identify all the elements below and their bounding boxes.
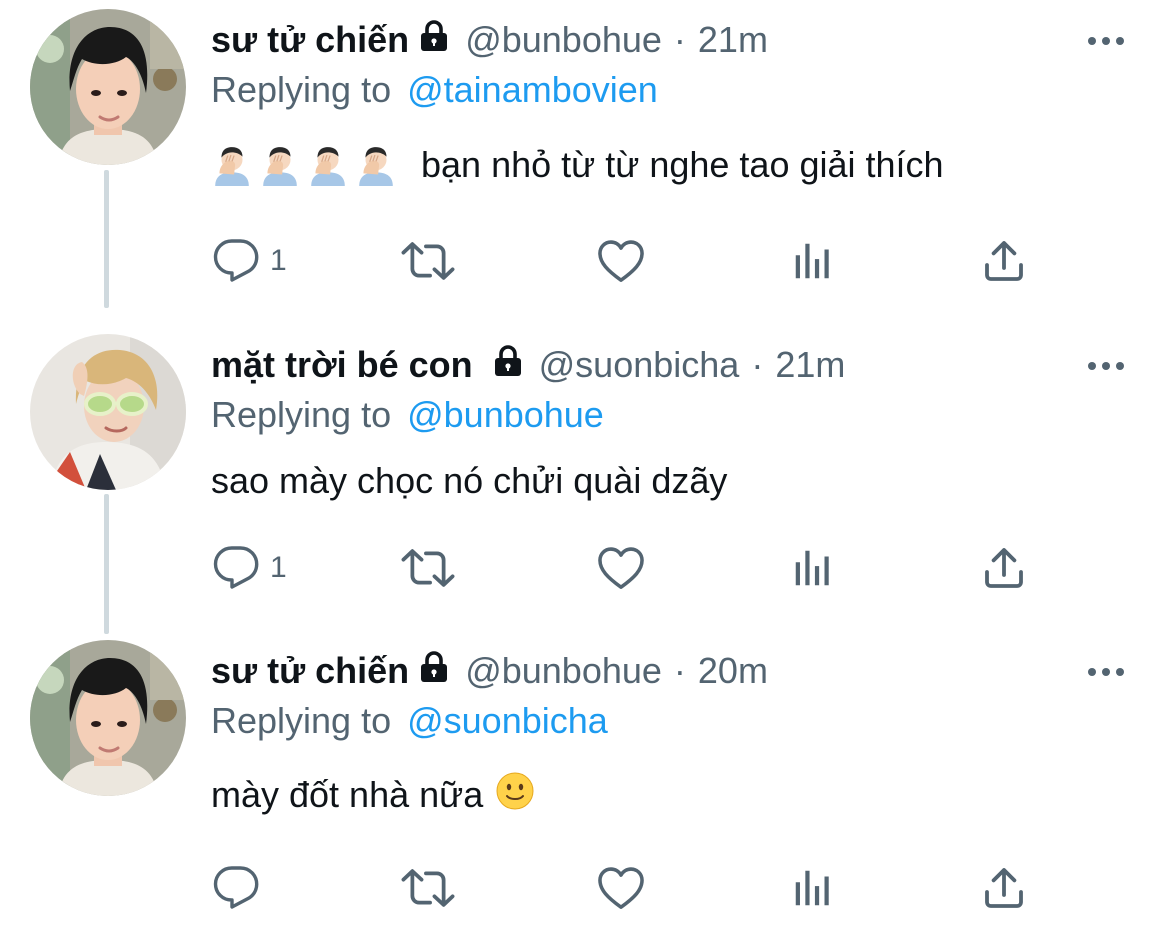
replying-to-label: Replying to [211, 69, 392, 110]
like-button[interactable] [596, 853, 646, 923]
share-button[interactable] [980, 226, 1028, 296]
avatar-photo [30, 9, 186, 165]
tweet[interactable]: sư tử chiến @bunbohue · 20m Replying to … [0, 631, 1169, 937]
analytics-button[interactable] [790, 853, 836, 923]
retweet-button[interactable] [400, 533, 456, 603]
timestamp[interactable]: 21m [698, 19, 768, 61]
more-icon [1086, 35, 1126, 47]
analytics-button[interactable] [790, 533, 836, 603]
more-options-button[interactable] [1078, 349, 1134, 383]
share-icon [980, 237, 1028, 285]
retweet-button[interactable] [400, 226, 456, 296]
display-name[interactable]: sư tử chiến [211, 19, 409, 61]
more-options-button[interactable] [1078, 655, 1134, 689]
display-name[interactable]: sư tử chiến [211, 650, 409, 692]
replying-to-line: Replying to @bunbohue [211, 389, 604, 441]
facepalm-emoji-icon [259, 144, 301, 186]
analytics-icon [790, 238, 836, 284]
timestamp[interactable]: 20m [698, 650, 768, 692]
avatar-photo [30, 334, 186, 490]
replying-to-label: Replying to [211, 394, 392, 435]
tweet[interactable]: sư tử chiến @bunbohue · 21m Replying to … [0, 0, 1169, 306]
retweet-button[interactable] [400, 853, 456, 923]
emoji-group [211, 144, 403, 186]
facepalm-emoji-icon [355, 144, 397, 186]
tweet[interactable]: mặt trời bé con @suonbicha · 21m Replyin… [0, 325, 1169, 631]
tweet-text: bạn nhỏ từ từ nghe tao giải thích [211, 133, 944, 197]
reply-button[interactable]: 1 [212, 533, 287, 603]
like-button[interactable] [596, 533, 646, 603]
reply-icon [212, 544, 260, 592]
user-handle[interactable]: @bunbohue [465, 650, 662, 692]
avatar[interactable] [30, 9, 186, 165]
timestamp[interactable]: 21m [775, 344, 845, 386]
tweet-body: bạn nhỏ từ từ nghe tao giải thích [421, 144, 944, 185]
separator-dot: · [673, 19, 686, 60]
share-button[interactable] [980, 533, 1028, 603]
lock-icon [417, 650, 451, 693]
avatar[interactable] [30, 334, 186, 490]
mention-link[interactable]: @bunbohue [407, 394, 604, 436]
more-options-button[interactable] [1078, 24, 1134, 58]
tweet-text: sao mày chọc nó chửi quài dzãy [211, 449, 727, 513]
lock-icon [491, 344, 525, 387]
lock-icon [417, 19, 451, 62]
tweet-actions: 1 [0, 226, 1169, 296]
tweet-header: sư tử chiến @bunbohue · 21m [211, 14, 768, 66]
retweet-icon [400, 236, 456, 286]
more-icon [1086, 666, 1126, 678]
like-icon [596, 236, 646, 286]
share-icon [980, 544, 1028, 592]
facepalm-emoji-icon [211, 144, 253, 186]
display-name[interactable]: mặt trời bé con [211, 344, 473, 386]
like-button[interactable] [596, 226, 646, 296]
avatar-photo [30, 640, 186, 796]
avatar[interactable] [30, 640, 186, 796]
replying-to-line: Replying to @suonbicha [211, 695, 608, 747]
replying-to-label: Replying to [211, 700, 392, 741]
slightly-smiling-face-icon [495, 771, 535, 820]
analytics-button[interactable] [790, 226, 836, 296]
reply-count: 1 [270, 244, 287, 277]
separator-dot: · [673, 650, 686, 691]
like-icon [596, 863, 646, 913]
analytics-icon [790, 865, 836, 911]
reply-count: 1 [270, 551, 287, 584]
separator-dot: · [751, 344, 764, 385]
reply-button[interactable]: 1 [212, 226, 287, 296]
user-handle[interactable]: @bunbohue [465, 19, 662, 61]
tweet-thread: sư tử chiến @bunbohue · 21m Replying to … [0, 0, 1169, 940]
tweet-text: mày đốt nhà nữa [211, 763, 535, 827]
reply-button[interactable] [212, 853, 270, 923]
reply-icon [212, 864, 260, 912]
share-button[interactable] [980, 853, 1028, 923]
replying-to-line: Replying to @tainambovien [211, 64, 658, 116]
like-icon [596, 543, 646, 593]
retweet-icon [400, 543, 456, 593]
share-icon [980, 864, 1028, 912]
reply-icon [212, 237, 260, 285]
user-handle[interactable]: @suonbicha [539, 344, 740, 386]
mention-link[interactable]: @suonbicha [407, 700, 608, 742]
tweet-header: sư tử chiến @bunbohue · 20m [211, 645, 768, 697]
tweet-actions [0, 853, 1169, 923]
more-icon [1086, 360, 1126, 372]
analytics-icon [790, 545, 836, 591]
tweet-header: mặt trời bé con @suonbicha · 21m [211, 339, 845, 391]
mention-link[interactable]: @tainambovien [407, 69, 658, 111]
facepalm-emoji-icon [307, 144, 349, 186]
tweet-body: sao mày chọc nó chửi quài dzãy [211, 460, 728, 501]
retweet-icon [400, 863, 456, 913]
tweet-body: mày đốt nhà nữa [211, 774, 484, 815]
tweet-actions: 1 [0, 533, 1169, 603]
